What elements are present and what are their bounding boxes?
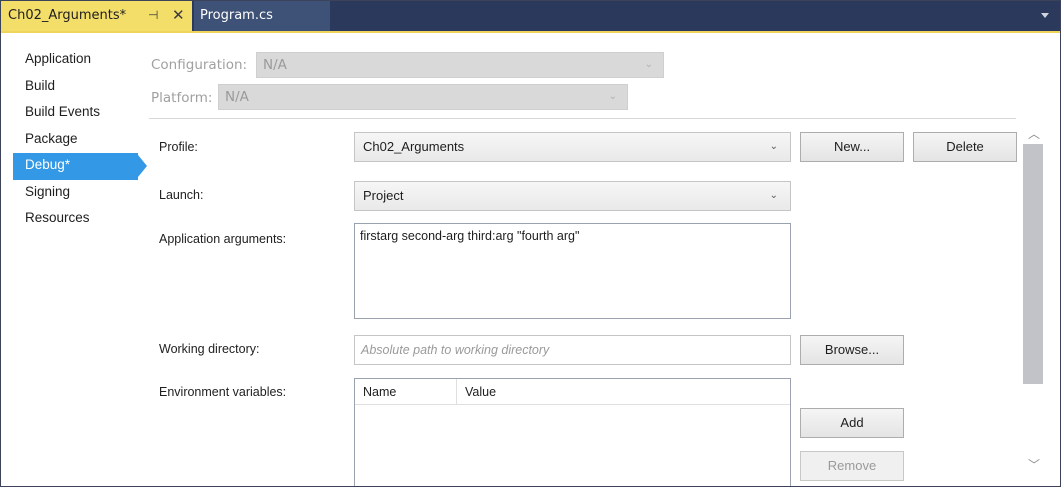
launch-value: Project <box>363 188 404 203</box>
sidebar-item-signing[interactable]: Signing <box>13 180 138 207</box>
tab-title: Ch02_Arguments* <box>8 8 127 23</box>
browse-button[interactable]: Browse... <box>800 335 904 365</box>
pin-icon[interactable]: ⊣ <box>148 8 158 22</box>
platform-value: N/A <box>225 89 249 105</box>
sidebar-item-resources[interactable]: Resources <box>13 206 138 233</box>
tab-title: Program.cs <box>200 8 273 23</box>
platform-label: Platform: <box>151 90 213 106</box>
vertical-scrollbar-thumb[interactable] <box>1023 144 1043 384</box>
scroll-down-icon[interactable]: ﹀ <box>1028 456 1040 473</box>
project-properties-window: Ch02_Arguments* ⊣ ✕ Program.cs Applicati… <box>0 0 1061 487</box>
sidebar-item-build-events[interactable]: Build Events <box>13 100 138 127</box>
chevron-down-icon: ⌄ <box>608 91 617 102</box>
remove-variable-button[interactable]: Remove <box>800 451 904 481</box>
chevron-down-icon: ⌄ <box>769 190 778 201</box>
application-arguments-textarea[interactable]: firstarg second-arg third:arg "fourth ar… <box>354 223 791 319</box>
configuration-select[interactable]: N/A ⌄ <box>256 52 664 78</box>
grid-header: Name Value <box>355 379 790 405</box>
column-divider[interactable] <box>456 379 457 405</box>
tab-program-cs[interactable]: Program.cs <box>194 1 330 31</box>
configuration-label: Configuration: <box>151 57 248 73</box>
platform-select[interactable]: N/A ⌄ <box>218 84 628 110</box>
property-pages-nav: Application Build Build Events Package D… <box>13 47 147 233</box>
scroll-up-icon[interactable]: ︿ <box>1028 125 1040 142</box>
new-profile-button[interactable]: New... <box>800 132 904 162</box>
sidebar-item-application[interactable]: Application <box>13 47 138 74</box>
chevron-down-icon: ⌄ <box>644 59 653 70</box>
close-icon[interactable]: ✕ <box>172 6 185 24</box>
profile-label: Profile: <box>159 140 198 154</box>
application-arguments-label: Application arguments: <box>159 232 287 246</box>
profile-select[interactable]: Ch02_Arguments ⌄ <box>354 132 791 162</box>
configuration-value: N/A <box>263 57 287 73</box>
tab-ch02-arguments[interactable]: Ch02_Arguments* ⊣ ✕ <box>1 1 192 31</box>
working-directory-input[interactable]: Absolute path to working directory <box>354 335 791 365</box>
column-header-value[interactable]: Value <box>465 385 496 399</box>
tab-overflow-chevron-down-icon[interactable] <box>1041 13 1049 18</box>
add-variable-button[interactable]: Add <box>800 408 904 438</box>
document-tab-strip: Ch02_Arguments* ⊣ ✕ Program.cs <box>1 1 1060 33</box>
column-header-name[interactable]: Name <box>363 385 396 399</box>
profile-value: Ch02_Arguments <box>363 139 465 154</box>
environment-variables-grid[interactable]: Name Value <box>354 378 791 486</box>
sidebar-item-build[interactable]: Build <box>13 74 138 101</box>
launch-select[interactable]: Project ⌄ <box>354 181 791 211</box>
sidebar-item-package[interactable]: Package <box>13 127 138 154</box>
sidebar-item-debug[interactable]: Debug* <box>13 153 147 180</box>
section-divider <box>149 118 1016 119</box>
launch-label: Launch: <box>159 188 204 202</box>
working-directory-label: Working directory: <box>159 342 260 356</box>
environment-variables-label: Environment variables: <box>159 385 287 399</box>
delete-profile-button[interactable]: Delete <box>913 132 1017 162</box>
chevron-down-icon: ⌄ <box>769 141 778 152</box>
